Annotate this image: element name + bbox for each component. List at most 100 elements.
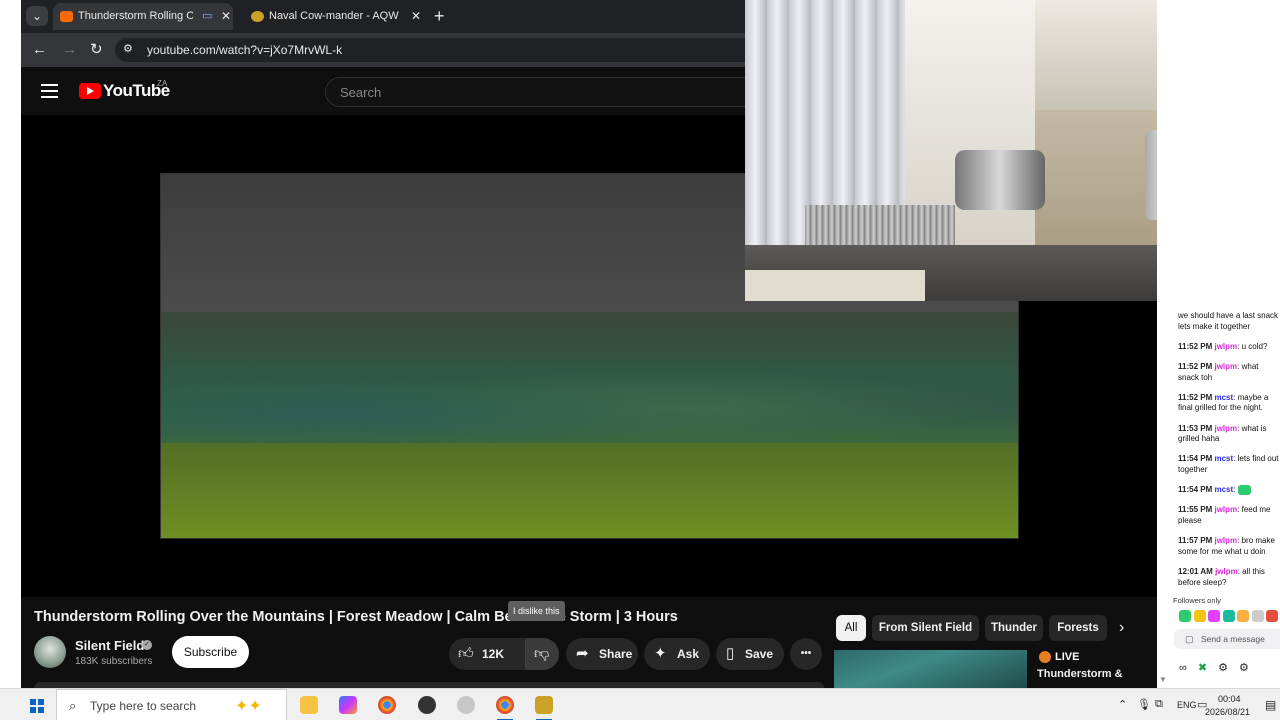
chat-user[interactable]: jwlpm	[1214, 342, 1237, 351]
chip-forests[interactable]: Forests	[1049, 615, 1107, 641]
emote-icon	[1237, 485, 1251, 496]
chat-user[interactable]: jwlpm	[1214, 362, 1237, 371]
share-button[interactable]: ➦ Share	[566, 638, 638, 670]
chat-user[interactable]: mcst	[1214, 393, 1233, 402]
language-indicator[interactable]: ENG	[1177, 700, 1197, 710]
tab-close-icon[interactable]: ✕	[411, 3, 421, 30]
taskbar-search-placeholder: Type here to search	[90, 699, 197, 713]
live-label: LIVE	[1055, 651, 1080, 663]
recommended-title[interactable]: Thunderstorm &	[1037, 667, 1157, 681]
chat-user[interactable]: jwlpm	[1214, 424, 1237, 433]
site-controls-icon[interactable]: ⚙	[123, 42, 133, 55]
network-icon[interactable]: ⧉	[1155, 698, 1163, 711]
emote-icon[interactable]	[1266, 610, 1278, 622]
gear-icon[interactable]: ⚙	[1218, 662, 1239, 674]
aqw-favicon-icon	[251, 11, 264, 22]
settings-icon[interactable]: ⚙	[1239, 662, 1260, 674]
like-button[interactable]: 👍︎ 12K	[449, 638, 508, 670]
snipping-tool-icon[interactable]	[457, 696, 475, 714]
screen: ⌄ Thunderstorm Rolling Over ▭ ✕ Naval Co…	[0, 0, 1280, 720]
subscribe-button[interactable]: Subscribe	[172, 636, 249, 668]
search-icon: ⌕	[69, 698, 77, 713]
emote-icon[interactable]	[1208, 610, 1220, 622]
chrome-icon[interactable]	[378, 696, 396, 714]
chat-toolbar: ∞✖⚙⚙	[1179, 661, 1260, 674]
channel-name[interactable]: Silent Field	[75, 638, 144, 653]
emote-icon[interactable]	[1193, 610, 1206, 622]
aqw-game-icon[interactable]	[535, 696, 553, 720]
emote-icon[interactable]	[1222, 610, 1235, 622]
emote-bar	[1179, 610, 1280, 624]
ask-button[interactable]: ✦ Ask	[644, 638, 710, 670]
emote-icon[interactable]	[1251, 610, 1264, 622]
like-dislike-group: 👍︎ 12K 👎︎	[449, 638, 559, 670]
notification-icon[interactable]: ▤	[1265, 698, 1276, 712]
chat-message-input[interactable]: ▢ Send a message	[1174, 629, 1280, 649]
file-explorer-icon[interactable]	[300, 696, 318, 714]
chat-time: 11:57 PM	[1178, 536, 1213, 546]
thumbs-down-icon: 👎︎	[534, 645, 550, 662]
chat-message: 11:53 PM jwlpm: what is grilled haha	[1178, 424, 1280, 445]
save-button[interactable]: ▯ Save	[716, 638, 784, 670]
chat-user[interactable]: jwlpm	[1214, 536, 1237, 545]
chat-user[interactable]: jwlpm	[1215, 567, 1238, 576]
url-text[interactable]: youtube.com/watch?v=jXo7MrvWL-k	[147, 43, 342, 57]
video-meadow	[161, 443, 1018, 538]
stream-chat-panel: we should have a last snack lets make it…	[1157, 0, 1280, 688]
region-code: ZA	[157, 79, 168, 88]
chat-messages: we should have a last snack lets make it…	[1178, 298, 1280, 598]
dislike-button[interactable]: 👎︎	[526, 638, 559, 670]
tab-list-chevron-down-icon[interactable]: ⌄	[26, 6, 48, 26]
clock-time[interactable]: 00:04	[1218, 694, 1241, 704]
emote-icon[interactable]	[1179, 610, 1191, 622]
video-title: Thunderstorm Rolling Over the Mountains …	[34, 609, 678, 625]
tab-aqw[interactable]: Naval Cow-mander - AQW ✕	[243, 3, 423, 30]
chip-all[interactable]: All	[836, 615, 866, 641]
subscriber-count: 183K subscribers	[75, 656, 153, 667]
chat-user[interactable]: mcst	[1214, 454, 1233, 463]
new-tab-plus-icon[interactable]: +	[434, 4, 445, 28]
clock-date[interactable]: 2026/08/21	[1205, 707, 1250, 717]
channel-avatar[interactable]	[34, 636, 66, 668]
copilot-icon[interactable]	[339, 696, 357, 714]
chat-time: 11:52 PM	[1178, 361, 1213, 371]
chevron-right-icon[interactable]: ›	[1119, 619, 1124, 637]
bookmark-icon: ▯	[726, 645, 735, 662]
chat-scroll-down-icon[interactable]: ▼	[1159, 675, 1167, 684]
chrome-active-icon[interactable]	[496, 696, 514, 720]
chip-from-channel[interactable]: From Silent Field	[872, 615, 979, 641]
verified-icon: ✓	[142, 640, 152, 650]
tab-title: Naval Cow-mander - AQW	[269, 10, 399, 22]
chat-user[interactable]: jwlpm	[1214, 505, 1237, 514]
recommended-thumbnail[interactable]	[834, 650, 1027, 688]
chat-message: 11:52 PM jwlpm: u cold?	[1178, 342, 1280, 353]
share-arrow-icon: ➦	[576, 645, 589, 662]
dislike-tooltip: I dislike this	[508, 601, 565, 621]
hamburger-menu-icon[interactable]	[41, 84, 58, 98]
reload-icon[interactable]: ↻	[90, 40, 103, 60]
youtube-logo-icon[interactable]	[79, 83, 101, 99]
chat-time: 11:53 PM	[1178, 423, 1213, 433]
obs-icon[interactable]	[418, 696, 436, 714]
tab-close-icon[interactable]: ✕	[221, 3, 231, 30]
webcam-drawer	[745, 270, 925, 301]
save-label: Save	[745, 647, 774, 661]
chat-message: 11:54 PM mcst:	[1178, 485, 1280, 496]
link-icon[interactable]: ∞	[1179, 662, 1198, 674]
more-actions-button[interactable]: •••	[790, 638, 822, 670]
emote-icon[interactable]	[1237, 610, 1249, 622]
chat-time: 12:01 AM	[1178, 566, 1213, 576]
forward-arrow-icon[interactable]: →	[62, 40, 77, 60]
chat-message: 11:57 PM jwlpm: bro make some for me wha…	[1178, 536, 1280, 557]
microphone-icon[interactable]: 🎙︎	[1137, 698, 1151, 711]
chevron-up-icon[interactable]: ⌃	[1118, 698, 1127, 711]
tab-youtube-video[interactable]: Thunderstorm Rolling Over ▭ ✕	[53, 3, 233, 30]
chat-user[interactable]: mcst	[1214, 485, 1233, 494]
chip-thunder[interactable]: Thunder	[985, 615, 1043, 641]
back-arrow-icon[interactable]: ←	[32, 40, 47, 60]
chat-message: 11:54 PM mcst: lets find out together	[1178, 454, 1280, 475]
tab-title: Thunderstorm Rolling Over	[78, 10, 193, 22]
windows-start-icon[interactable]	[30, 699, 44, 713]
x-icon[interactable]: ✖	[1198, 662, 1218, 674]
taskbar-search-input[interactable]: ⌕ Type here to search ✦✦	[56, 689, 287, 720]
